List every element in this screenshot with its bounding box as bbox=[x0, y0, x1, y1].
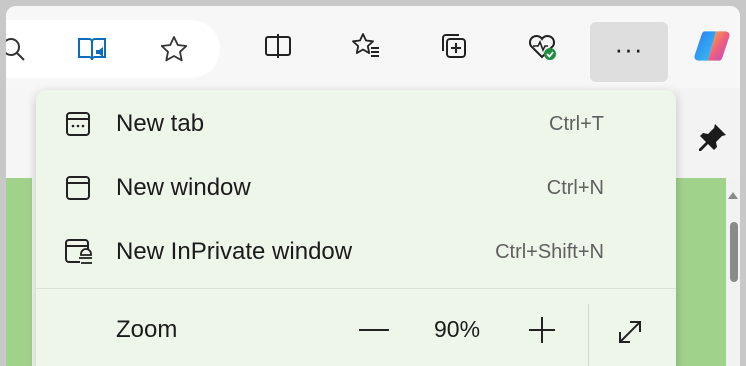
pin-icon bbox=[695, 121, 729, 160]
settings-and-more-button[interactable]: ··· bbox=[590, 22, 668, 82]
zoom-out-icon bbox=[359, 329, 389, 331]
more-dots: ··· bbox=[614, 34, 644, 64]
inprivate-icon bbox=[62, 236, 94, 268]
split-screen-button[interactable] bbox=[252, 22, 304, 74]
search-icon[interactable] bbox=[6, 36, 28, 67]
new-tab-icon bbox=[62, 108, 94, 140]
collections-button[interactable] bbox=[428, 22, 480, 74]
zoom-in-icon bbox=[529, 317, 555, 343]
zoom-out-button[interactable] bbox=[354, 312, 394, 348]
menu-item-shortcut: Ctrl+Shift+N bbox=[495, 240, 604, 263]
zoom-label: Zoom bbox=[116, 316, 178, 343]
favorite-star-icon[interactable] bbox=[158, 34, 190, 71]
browser-toolbar: ··· bbox=[6, 6, 740, 88]
scroll-thumb[interactable] bbox=[730, 222, 738, 282]
page-content-right bbox=[674, 178, 726, 366]
fullscreen-icon bbox=[619, 321, 641, 343]
menu-item-new-inprivate-window[interactable]: New InPrivate window Ctrl+Shift+N bbox=[36, 224, 676, 280]
menu-item-label: New InPrivate window bbox=[116, 238, 353, 265]
zoom-value: 90% bbox=[434, 316, 481, 342]
menu-item-new-window[interactable]: New window Ctrl+N bbox=[36, 160, 676, 216]
page-content-left bbox=[6, 178, 32, 366]
favorites-icon bbox=[351, 31, 381, 66]
menu-item-label: New tab bbox=[116, 110, 205, 137]
vertical-scrollbar[interactable] bbox=[726, 178, 740, 366]
browser-essentials-icon bbox=[527, 31, 557, 66]
menu-item-shortcut: Ctrl+N bbox=[546, 176, 604, 199]
menu-divider bbox=[36, 288, 676, 289]
split-screen-icon bbox=[263, 31, 293, 66]
scroll-up-icon[interactable] bbox=[728, 192, 738, 199]
favorites-button[interactable] bbox=[340, 22, 392, 74]
browser-window: ··· New tab Ctrl+T New window Ctrl+N New… bbox=[6, 6, 740, 366]
browser-essentials-button[interactable] bbox=[516, 22, 568, 74]
menu-item-label: New window bbox=[116, 174, 251, 201]
menu-item-shortcut: Ctrl+T bbox=[549, 112, 604, 135]
copilot-button[interactable] bbox=[686, 22, 738, 74]
copilot-icon bbox=[692, 26, 732, 71]
pin-button[interactable] bbox=[682, 114, 740, 166]
new-window-icon bbox=[62, 172, 94, 204]
address-bar[interactable] bbox=[6, 20, 220, 78]
zoom-separator bbox=[588, 304, 589, 366]
collections-icon bbox=[439, 31, 469, 66]
zoom-in-button[interactable] bbox=[522, 312, 562, 348]
zoom-row: Zoom 90% bbox=[36, 302, 676, 366]
read-aloud-icon[interactable] bbox=[76, 34, 108, 71]
menu-item-new-tab[interactable]: New tab Ctrl+T bbox=[36, 96, 676, 152]
fullscreen-button[interactable] bbox=[610, 312, 650, 352]
settings-and-more-menu: New tab Ctrl+T New window Ctrl+N New InP… bbox=[36, 90, 676, 366]
